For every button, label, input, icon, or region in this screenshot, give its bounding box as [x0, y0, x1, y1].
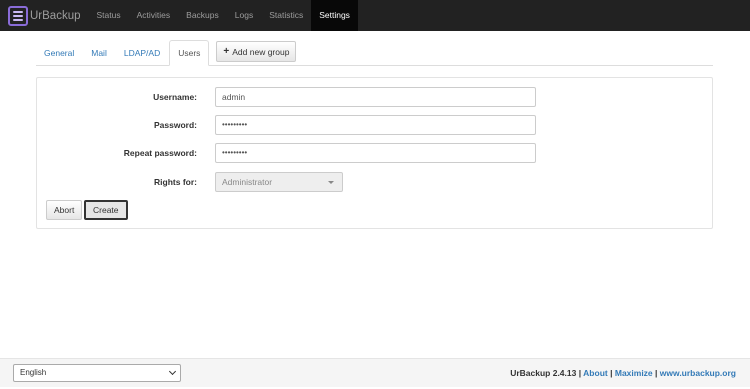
caret-down-icon — [328, 181, 334, 184]
password-label: Password: — [154, 120, 197, 130]
plus-icon: + — [223, 45, 230, 57]
nav-backups[interactable]: Backups — [178, 0, 227, 31]
top-navbar: UrBackup Status Activities Backups Logs … — [0, 0, 750, 31]
nav-activities[interactable]: Activities — [129, 0, 179, 31]
tab-users[interactable]: Users — [169, 40, 210, 66]
rights-select[interactable]: Administrator — [215, 172, 343, 192]
rights-label: Rights for: — [154, 177, 197, 187]
username-label: Username: — [153, 92, 197, 102]
nav-status[interactable]: Status — [89, 0, 129, 31]
username-row: Username: admin — [37, 87, 714, 107]
footer-links: UrBackup 2.4.13 | About | Maximize | www… — [510, 359, 736, 388]
brand-name: UrBackup — [30, 9, 81, 22]
repeat-password-input[interactable]: ••••••••• — [215, 143, 536, 163]
abort-button[interactable]: Abort — [46, 200, 83, 220]
website-link[interactable]: www.urbackup.org — [660, 368, 736, 378]
tab-mail[interactable]: Mail — [83, 41, 115, 65]
separator: | — [578, 368, 582, 378]
maximize-link[interactable]: Maximize — [615, 368, 653, 378]
add-new-group-button[interactable]: + Add new group — [216, 41, 297, 62]
footer: English UrBackup 2.4.13 | About | Maximi… — [0, 358, 750, 387]
create-button[interactable]: Create — [84, 200, 128, 220]
nav-logs[interactable]: Logs — [227, 0, 261, 31]
settings-tabs: General Mail LDAP/AD Users + Add new gro… — [36, 40, 713, 66]
add-new-group-label: Add new group — [232, 46, 290, 57]
user-form-panel: Username: admin Password: ••••••••• Repe… — [36, 77, 713, 229]
repeat-password-label: Repeat password: — [123, 148, 197, 158]
nav-settings[interactable]: Settings — [311, 0, 358, 31]
chevron-down-icon — [168, 367, 177, 376]
repeat-password-row: Repeat password: ••••••••• — [37, 143, 714, 163]
nav-statistics[interactable]: Statistics — [261, 0, 311, 31]
username-input[interactable]: admin — [215, 87, 536, 107]
separator: | — [610, 368, 613, 378]
password-input[interactable]: ••••••••• — [215, 115, 536, 135]
about-link[interactable]: About — [583, 368, 608, 378]
password-row: Password: ••••••••• — [37, 115, 714, 135]
brand[interactable]: UrBackup — [0, 0, 89, 31]
tab-ldap-ad[interactable]: LDAP/AD — [116, 41, 168, 65]
rights-row: Rights for: Administrator — [37, 172, 714, 192]
urbackup-logo-icon — [8, 5, 28, 26]
tab-general[interactable]: General — [36, 41, 82, 65]
version-text: UrBackup 2.4.13 — [510, 368, 577, 378]
rights-select-value: Administrator — [222, 177, 273, 187]
language-select-value: English — [20, 368, 47, 377]
separator: | — [655, 368, 658, 378]
language-select[interactable]: English — [13, 364, 181, 382]
